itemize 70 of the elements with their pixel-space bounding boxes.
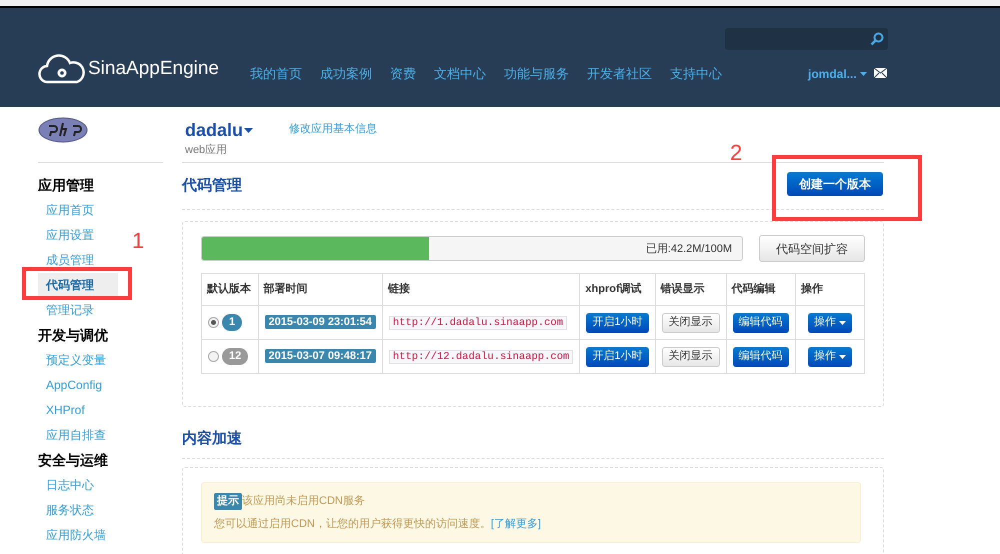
expand-space-button[interactable]: 代码空间扩容 bbox=[759, 235, 865, 262]
tip-badge: 提示 bbox=[214, 493, 242, 510]
php-logo bbox=[38, 117, 88, 143]
version-badge: 1 bbox=[222, 314, 242, 331]
user-menu[interactable]: jomdal... bbox=[808, 65, 867, 83]
version-badge: 12 bbox=[222, 348, 248, 365]
sidebar-item[interactable]: 代码管理 bbox=[38, 273, 118, 298]
sidebar-item[interactable]: 服务状态 bbox=[38, 498, 118, 523]
edit-code-button[interactable]: 编辑代码 bbox=[732, 312, 789, 332]
storage-reading: 已用:42.2M/100M bbox=[646, 242, 732, 257]
sidebar-heading: 应用管理 bbox=[38, 176, 95, 195]
column-header: 链接 bbox=[382, 274, 580, 306]
radio-button[interactable] bbox=[208, 351, 219, 362]
deploy-time-badge: 2015-03-07 09:48:17 bbox=[264, 349, 376, 364]
column-header: 默认版本 bbox=[202, 274, 258, 306]
caret-icon bbox=[838, 354, 846, 358]
deploy-time-badge: 2015-03-09 23:01:54 bbox=[264, 315, 376, 330]
actions-dropdown[interactable]: 操作 bbox=[808, 346, 852, 366]
app-name-dropdown[interactable]: dadalu bbox=[185, 117, 254, 144]
sidebar-item[interactable]: 日志中心 bbox=[38, 473, 118, 498]
column-header: 代码编辑 bbox=[726, 274, 796, 306]
url-link[interactable]: http://12.dadalu.sinaapp.com bbox=[388, 350, 574, 364]
section-title: 内容加速 bbox=[182, 430, 242, 447]
nav-link[interactable]: 功能与服务 bbox=[495, 64, 578, 84]
sidebar-heading: 安全与运维 bbox=[38, 451, 109, 470]
section-title: 代码管理 bbox=[182, 176, 242, 196]
nav-link[interactable]: 开发者社区 bbox=[578, 64, 661, 84]
nav-link[interactable]: 支持中心 bbox=[661, 64, 731, 84]
hide-errors-button[interactable]: 关闭显示 bbox=[662, 312, 720, 332]
edit-code-button[interactable]: 编辑代码 bbox=[732, 346, 789, 366]
sidebar-item[interactable]: AppConfig bbox=[38, 373, 118, 398]
cloud-gear-logo-icon bbox=[38, 54, 86, 84]
radio-button[interactable] bbox=[208, 317, 219, 328]
search-field[interactable] bbox=[725, 28, 888, 50]
learn-more-link[interactable]: [了解更多] bbox=[490, 516, 541, 532]
actions-dropdown[interactable]: 操作 bbox=[808, 312, 852, 332]
mail-icon[interactable] bbox=[874, 68, 887, 78]
sidebar-item[interactable]: 预定义变量 bbox=[38, 348, 118, 373]
caret-icon bbox=[244, 128, 254, 133]
column-header: 部署时间 bbox=[258, 274, 382, 306]
column-header: 错误显示 bbox=[655, 274, 726, 306]
url-link[interactable]: http://1.dadalu.sinaapp.com bbox=[388, 316, 568, 330]
sidebar-item[interactable]: 应用首页 bbox=[38, 198, 118, 223]
sidebar-item[interactable]: 应用防火墙 bbox=[38, 523, 118, 548]
caret-icon bbox=[860, 72, 867, 76]
notice-text: 该应用尚未启用CDN服务 bbox=[242, 494, 365, 509]
column-header: 操作 bbox=[795, 274, 864, 306]
annotation-number: 2 bbox=[730, 139, 742, 167]
logo-text: SinaAppEngine bbox=[88, 56, 219, 81]
sidebar-item[interactable]: 应用设置 bbox=[38, 223, 118, 248]
annotation-number: 1 bbox=[132, 227, 144, 255]
column-header: xhprof调试 bbox=[580, 274, 656, 306]
create-version-button[interactable]: 创建一个版本 bbox=[787, 172, 883, 196]
enable-xhprof-button[interactable]: 开启1小时 bbox=[586, 346, 649, 366]
caret-icon bbox=[838, 320, 846, 324]
sidebar-item[interactable]: XHProf bbox=[38, 398, 118, 423]
search-icon bbox=[870, 32, 884, 46]
nav-link[interactable]: 我的首页 bbox=[241, 64, 311, 84]
sidebar-item[interactable]: 管理记录 bbox=[38, 298, 118, 323]
edit-info-link[interactable]: 修改应用基本信息 bbox=[289, 121, 378, 162]
enable-xhprof-button[interactable]: 开启1小时 bbox=[586, 312, 649, 332]
sidebar-heading: 开发与调优 bbox=[38, 326, 109, 345]
sidebar-item[interactable]: 应用自排查 bbox=[38, 423, 118, 448]
notice-text: 您可以通过启用CDN，让您的用户获得更快的访问速度。 bbox=[214, 516, 491, 532]
hide-errors-button[interactable]: 关闭显示 bbox=[662, 346, 720, 366]
nav-link[interactable]: 成功案例 bbox=[311, 64, 381, 84]
app-type: web应用 bbox=[185, 142, 228, 158]
nav-link[interactable]: 文档中心 bbox=[425, 64, 495, 84]
nav-link[interactable]: 资费 bbox=[381, 64, 425, 84]
sidebar-item[interactable]: 成员管理 bbox=[38, 248, 118, 273]
